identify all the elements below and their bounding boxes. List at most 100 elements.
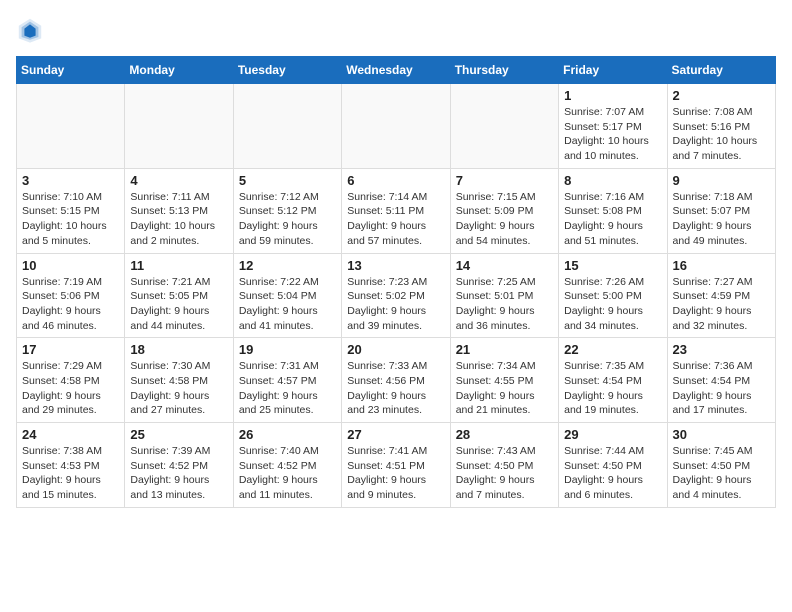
logo xyxy=(16,16,48,44)
day-info: Sunrise: 7:22 AM Sunset: 5:04 PM Dayligh… xyxy=(239,275,336,334)
calendar-day-cell: 25 Sunrise: 7:39 AM Sunset: 4:52 PM Dayli… xyxy=(125,423,233,508)
calendar-day-cell: 15 Sunrise: 7:26 AM Sunset: 5:00 PM Dayli… xyxy=(559,253,667,338)
page-header xyxy=(16,16,776,44)
calendar-day-cell: 18 Sunrise: 7:30 AM Sunset: 4:58 PM Dayli… xyxy=(125,338,233,423)
calendar-day-cell xyxy=(17,84,125,169)
calendar-day-cell: 9Sunrise: 7:18 AM Sunset: 5:07 PM Daylig… xyxy=(667,168,775,253)
calendar-day-cell: 23 Sunrise: 7:36 AM Sunset: 4:54 PM Dayli… xyxy=(667,338,775,423)
calendar-day-cell: 8Sunrise: 7:16 AM Sunset: 5:08 PM Daylig… xyxy=(559,168,667,253)
calendar-col-header: Saturday xyxy=(667,57,775,84)
day-number: 5 xyxy=(239,173,336,188)
day-info: Sunrise: 7:30 AM Sunset: 4:58 PM Dayligh… xyxy=(130,359,227,418)
day-info: Sunrise: 7:38 AM Sunset: 4:53 PM Dayligh… xyxy=(22,444,119,503)
calendar-day-cell xyxy=(450,84,558,169)
logo-icon xyxy=(16,16,44,44)
calendar-col-header: Friday xyxy=(559,57,667,84)
calendar-day-cell: 30 Sunrise: 7:45 AM Sunset: 4:50 PM Dayli… xyxy=(667,423,775,508)
day-number: 15 xyxy=(564,258,661,273)
day-number: 24 xyxy=(22,427,119,442)
day-info: Sunrise: 7:15 AM Sunset: 5:09 PM Dayligh… xyxy=(456,190,553,249)
day-number: 18 xyxy=(130,342,227,357)
calendar-day-cell: 28 Sunrise: 7:43 AM Sunset: 4:50 PM Dayli… xyxy=(450,423,558,508)
calendar-day-cell xyxy=(125,84,233,169)
day-number: 27 xyxy=(347,427,444,442)
calendar-day-cell: 7 Sunrise: 7:15 AM Sunset: 5:09 PM Daylig… xyxy=(450,168,558,253)
calendar-day-cell xyxy=(233,84,341,169)
day-info: Sunrise: 7:40 AM Sunset: 4:52 PM Dayligh… xyxy=(239,444,336,503)
day-number: 12 xyxy=(239,258,336,273)
day-info: Sunrise: 7:45 AM Sunset: 4:50 PM Dayligh… xyxy=(673,444,770,503)
calendar-week-row: 24 Sunrise: 7:38 AM Sunset: 4:53 PM Dayli… xyxy=(17,423,776,508)
day-info: Sunrise: 7:11 AM Sunset: 5:13 PM Dayligh… xyxy=(130,190,227,249)
day-number: 29 xyxy=(564,427,661,442)
day-info: Sunrise: 7:31 AM Sunset: 4:57 PM Dayligh… xyxy=(239,359,336,418)
day-number: 13 xyxy=(347,258,444,273)
day-number: 1 xyxy=(564,88,661,103)
day-number: 25 xyxy=(130,427,227,442)
day-number: 28 xyxy=(456,427,553,442)
calendar-week-row: 1 Sunrise: 7:07 AM Sunset: 5:17 PM Daylig… xyxy=(17,84,776,169)
calendar-day-cell: 17 Sunrise: 7:29 AM Sunset: 4:58 PM Dayli… xyxy=(17,338,125,423)
calendar-col-header: Monday xyxy=(125,57,233,84)
day-info: Sunrise: 7:12 AM Sunset: 5:12 PM Dayligh… xyxy=(239,190,336,249)
day-number: 6 xyxy=(347,173,444,188)
day-info: Sunrise: 7:21 AM Sunset: 5:05 PM Dayligh… xyxy=(130,275,227,334)
day-number: 10 xyxy=(22,258,119,273)
calendar-day-cell: 29 Sunrise: 7:44 AM Sunset: 4:50 PM Dayli… xyxy=(559,423,667,508)
day-number: 21 xyxy=(456,342,553,357)
calendar-day-cell: 2 Sunrise: 7:08 AM Sunset: 5:16 PM Daylig… xyxy=(667,84,775,169)
day-info: Sunrise: 7:41 AM Sunset: 4:51 PM Dayligh… xyxy=(347,444,444,503)
day-number: 11 xyxy=(130,258,227,273)
day-info: Sunrise: 7:08 AM Sunset: 5:16 PM Dayligh… xyxy=(673,105,770,164)
calendar-day-cell: 3 Sunrise: 7:10 AM Sunset: 5:15 PM Daylig… xyxy=(17,168,125,253)
day-info: Sunrise: 7:26 AM Sunset: 5:00 PM Dayligh… xyxy=(564,275,661,334)
calendar-week-row: 3 Sunrise: 7:10 AM Sunset: 5:15 PM Daylig… xyxy=(17,168,776,253)
day-info: Sunrise: 7:36 AM Sunset: 4:54 PM Dayligh… xyxy=(673,359,770,418)
calendar-day-cell: 27 Sunrise: 7:41 AM Sunset: 4:51 PM Dayli… xyxy=(342,423,450,508)
day-number: 23 xyxy=(673,342,770,357)
day-number: 2 xyxy=(673,88,770,103)
calendar-week-row: 10Sunrise: 7:19 AM Sunset: 5:06 PM Dayli… xyxy=(17,253,776,338)
calendar-day-cell: 24 Sunrise: 7:38 AM Sunset: 4:53 PM Dayli… xyxy=(17,423,125,508)
day-number: 3 xyxy=(22,173,119,188)
day-info: Sunrise: 7:07 AM Sunset: 5:17 PM Dayligh… xyxy=(564,105,661,164)
day-info: Sunrise: 7:43 AM Sunset: 4:50 PM Dayligh… xyxy=(456,444,553,503)
day-info: Sunrise: 7:10 AM Sunset: 5:15 PM Dayligh… xyxy=(22,190,119,249)
day-number: 9 xyxy=(673,173,770,188)
calendar-week-row: 17 Sunrise: 7:29 AM Sunset: 4:58 PM Dayli… xyxy=(17,338,776,423)
day-info: Sunrise: 7:39 AM Sunset: 4:52 PM Dayligh… xyxy=(130,444,227,503)
day-info: Sunrise: 7:25 AM Sunset: 5:01 PM Dayligh… xyxy=(456,275,553,334)
calendar-day-cell: 21 Sunrise: 7:34 AM Sunset: 4:55 PM Dayli… xyxy=(450,338,558,423)
calendar-col-header: Wednesday xyxy=(342,57,450,84)
day-info: Sunrise: 7:44 AM Sunset: 4:50 PM Dayligh… xyxy=(564,444,661,503)
day-info: Sunrise: 7:14 AM Sunset: 5:11 PM Dayligh… xyxy=(347,190,444,249)
day-number: 30 xyxy=(673,427,770,442)
day-info: Sunrise: 7:34 AM Sunset: 4:55 PM Dayligh… xyxy=(456,359,553,418)
day-number: 22 xyxy=(564,342,661,357)
calendar-day-cell: 20Sunrise: 7:33 AM Sunset: 4:56 PM Dayli… xyxy=(342,338,450,423)
day-number: 19 xyxy=(239,342,336,357)
calendar-col-header: Thursday xyxy=(450,57,558,84)
day-number: 4 xyxy=(130,173,227,188)
calendar-day-cell: 6 Sunrise: 7:14 AM Sunset: 5:11 PM Daylig… xyxy=(342,168,450,253)
calendar-day-cell: 4 Sunrise: 7:11 AM Sunset: 5:13 PM Daylig… xyxy=(125,168,233,253)
day-info: Sunrise: 7:29 AM Sunset: 4:58 PM Dayligh… xyxy=(22,359,119,418)
calendar-day-cell: 19 Sunrise: 7:31 AM Sunset: 4:57 PM Dayli… xyxy=(233,338,341,423)
calendar-day-cell: 10Sunrise: 7:19 AM Sunset: 5:06 PM Dayli… xyxy=(17,253,125,338)
day-number: 7 xyxy=(456,173,553,188)
calendar-day-cell: 13 Sunrise: 7:23 AM Sunset: 5:02 PM Dayli… xyxy=(342,253,450,338)
day-info: Sunrise: 7:23 AM Sunset: 5:02 PM Dayligh… xyxy=(347,275,444,334)
calendar-table: SundayMondayTuesdayWednesdayThursdayFrid… xyxy=(16,56,776,508)
calendar-header-row: SundayMondayTuesdayWednesdayThursdayFrid… xyxy=(17,57,776,84)
day-info: Sunrise: 7:16 AM Sunset: 5:08 PM Dayligh… xyxy=(564,190,661,249)
day-number: 16 xyxy=(673,258,770,273)
day-number: 14 xyxy=(456,258,553,273)
day-number: 26 xyxy=(239,427,336,442)
calendar-day-cell: 11 Sunrise: 7:21 AM Sunset: 5:05 PM Dayli… xyxy=(125,253,233,338)
day-info: Sunrise: 7:27 AM Sunset: 4:59 PM Dayligh… xyxy=(673,275,770,334)
day-info: Sunrise: 7:35 AM Sunset: 4:54 PM Dayligh… xyxy=(564,359,661,418)
calendar-day-cell: 26 Sunrise: 7:40 AM Sunset: 4:52 PM Dayli… xyxy=(233,423,341,508)
day-number: 17 xyxy=(22,342,119,357)
day-info: Sunrise: 7:33 AM Sunset: 4:56 PM Dayligh… xyxy=(347,359,444,418)
calendar-day-cell: 1 Sunrise: 7:07 AM Sunset: 5:17 PM Daylig… xyxy=(559,84,667,169)
